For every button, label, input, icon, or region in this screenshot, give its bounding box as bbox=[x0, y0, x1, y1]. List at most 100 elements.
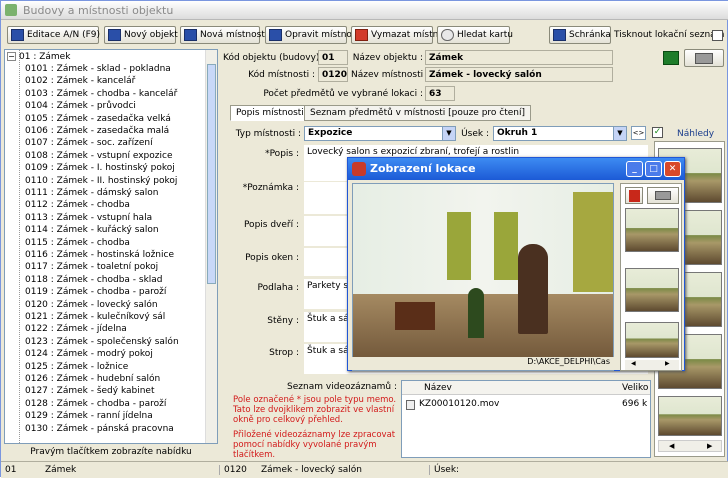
popup-print-button[interactable] bbox=[647, 187, 679, 204]
video-size: 696 k bbox=[622, 399, 648, 409]
room-code-label: Kód místnosti : bbox=[248, 70, 315, 80]
tree-item[interactable]: 0108 : Zámek - vstupní expozice bbox=[25, 151, 173, 163]
tree-item[interactable]: 0101 : Zámek - sklad - pokladna bbox=[25, 64, 171, 76]
chevron-down-icon: ▼ bbox=[613, 127, 626, 140]
delete-room-button[interactable]: Vymazat místnost bbox=[351, 26, 452, 44]
tab-room-description[interactable]: Popis místnosti bbox=[230, 105, 310, 121]
tree-item[interactable]: 0117 : Zámek - toaletní pokoj bbox=[25, 262, 158, 274]
pdf-button[interactable] bbox=[625, 187, 643, 204]
status-bar: 01 Zámek 0120 Zámek - lovecký salón Úsek… bbox=[1, 461, 728, 478]
video-col-size[interactable]: Veliko bbox=[622, 383, 648, 393]
preview-thumbnail[interactable] bbox=[658, 396, 722, 436]
photo-plant bbox=[468, 288, 484, 338]
maximize-button[interactable]: □ bbox=[645, 161, 662, 177]
popup-thumbnail[interactable] bbox=[625, 208, 679, 252]
status-room: Zámek - lovecký salón bbox=[261, 465, 362, 475]
tree-item[interactable]: 0130 : Zámek - pánská pracovna bbox=[25, 424, 174, 436]
print-button[interactable] bbox=[684, 49, 724, 67]
scroll-right-icon[interactable]: ▶ bbox=[665, 360, 670, 367]
tree-item[interactable]: 0126 : Zámek - hudební salón bbox=[25, 374, 160, 386]
tree-item[interactable]: 0113 : Zámek - vstupní hala bbox=[25, 213, 152, 225]
tree-item[interactable]: 0116 : Zámek - hostinská ložnice bbox=[25, 250, 174, 262]
popup-path: D:\AKCE_DELPHI\Cas bbox=[352, 357, 614, 370]
pdf-icon bbox=[629, 190, 640, 202]
popup-title: Zobrazení lokace bbox=[370, 162, 476, 175]
tree-item[interactable]: 0110 : Zámek - II. hostinský pokoj bbox=[25, 176, 177, 188]
edit-room-button[interactable]: Opravit místnost bbox=[265, 26, 360, 44]
tree-scrollbar[interactable] bbox=[205, 50, 217, 443]
scroll-right-icon[interactable]: ▶ bbox=[707, 442, 712, 450]
object-name-label: Název objektu : bbox=[352, 53, 423, 63]
popup-thumbnail[interactable] bbox=[625, 268, 679, 312]
tree-item[interactable]: 0112 : Zámek - chodba bbox=[25, 200, 130, 212]
print-list-checkbox[interactable] bbox=[712, 30, 723, 41]
popup-side-panel: ◀ ▶ bbox=[620, 183, 682, 371]
new-object-icon bbox=[108, 29, 121, 41]
video-list[interactable]: Název Veliko KZ00010120.mov 696 k bbox=[401, 380, 651, 458]
room-type-label: Typ místnosti : bbox=[235, 129, 301, 139]
tree-item[interactable]: 0114 : Zámek - kuřácký salon bbox=[25, 225, 159, 237]
tree-item[interactable]: 0128 : Zámek - chodba - paroží bbox=[25, 399, 166, 411]
tree-item[interactable]: 0106 : Zámek - zasedačka malá bbox=[25, 126, 169, 138]
window-title: Budovy a místnosti objektu bbox=[23, 4, 174, 17]
video-row[interactable]: KZ00010120.mov 696 k bbox=[406, 399, 650, 411]
tree-item[interactable]: 0129 : Zámek - ranní jídelna bbox=[25, 411, 153, 423]
previews-checkbox[interactable]: ✓ bbox=[652, 127, 663, 138]
tree-item[interactable]: 0120 : Zámek - lovecký salón bbox=[25, 300, 158, 312]
new-room-icon bbox=[184, 29, 197, 41]
tree-item[interactable]: 0115 : Zámek - chodba bbox=[25, 238, 130, 250]
tree-item[interactable]: 0121 : Zámek - kulečníkový sál bbox=[25, 312, 165, 324]
room-type-select[interactable]: Expozice ▼ bbox=[304, 126, 456, 141]
tree-item[interactable]: 0127 : Zámek - šedý kabinet bbox=[25, 386, 155, 398]
tree-item[interactable]: 0125 : Zámek - ložnice bbox=[25, 362, 128, 374]
video-col-name[interactable]: Název bbox=[424, 383, 452, 393]
printer-icon bbox=[695, 53, 713, 64]
tree-item[interactable]: 0119 : Zámek - chodba - paroží bbox=[25, 287, 166, 299]
location-photo bbox=[352, 183, 614, 371]
section-select[interactable]: Okruh 1 ▼ bbox=[493, 126, 627, 141]
edit-toggle-button[interactable]: Editace A/N (F9) bbox=[7, 26, 100, 44]
tree-item[interactable]: 0109 : Zámek - I. hostinský pokoj bbox=[25, 163, 175, 175]
print-list-label: Tisknout lokační seznam bbox=[614, 30, 725, 40]
scroll-left-icon[interactable]: ◀ bbox=[631, 360, 636, 367]
previews-scrollbar[interactable]: ◀ ▶ bbox=[658, 440, 722, 452]
clipboard-icon bbox=[553, 29, 566, 41]
delete-icon bbox=[355, 29, 368, 41]
clipboard-button[interactable]: Schránka bbox=[549, 26, 611, 44]
tree-item[interactable]: 0103 : Zámek - chodba - kancelář bbox=[25, 89, 177, 101]
tree-item[interactable]: 0118 : Zámek - chodba - sklad bbox=[25, 275, 163, 287]
status-code: 01 bbox=[5, 465, 17, 475]
room-name-label: Název místnosti : bbox=[351, 70, 430, 80]
object-name-field: Zámek bbox=[425, 50, 613, 65]
tree-item[interactable]: 0111 : Zámek - dámský salon bbox=[25, 188, 159, 200]
scroll-left-icon[interactable]: ◀ bbox=[669, 442, 674, 450]
tree-scrollbar-thumb[interactable] bbox=[207, 64, 216, 284]
photo-curtain bbox=[573, 192, 613, 292]
close-button[interactable]: ✕ bbox=[664, 161, 681, 177]
tab-room-items[interactable]: Seznam předmětů v místnosti [pouze pro č… bbox=[304, 105, 532, 121]
tree-item[interactable]: 0105 : Zámek - zasedačka velká bbox=[25, 114, 171, 126]
edit-toggle-label: Editace A/N (F9) bbox=[27, 30, 100, 40]
new-object-button[interactable]: Nový objekt bbox=[104, 26, 178, 44]
photo-curtain bbox=[494, 212, 518, 280]
tree-item[interactable]: 0124 : Zámek - modrý pokoj bbox=[25, 349, 153, 361]
popup-thumbnail[interactable] bbox=[625, 322, 679, 358]
minimize-button[interactable]: _ bbox=[626, 161, 643, 177]
tree-item[interactable]: 0102 : Zámek - kancelář bbox=[25, 76, 135, 88]
video-hint-text: Přiložené videozáznamy lze zpracovat pom… bbox=[233, 430, 396, 460]
popup-thumb-scrollbar[interactable]: ◀ ▶ bbox=[625, 360, 679, 370]
tree-item[interactable]: 0122 : Zámek - jídelna bbox=[25, 324, 127, 336]
room-tree[interactable]: −01 : Zámek 0101 : Zámek - sklad - pokla… bbox=[4, 49, 218, 444]
status-object: Zámek bbox=[45, 465, 77, 475]
tree-item[interactable]: 0123 : Zámek - společenský salón bbox=[25, 337, 179, 349]
excel-export-icon[interactable] bbox=[663, 51, 679, 65]
tree-root[interactable]: −01 : Zámek bbox=[7, 52, 70, 64]
new-room-button[interactable]: Nová místnost bbox=[180, 26, 265, 44]
printer-icon bbox=[655, 191, 671, 200]
tree-item[interactable]: 0104 : Zámek - průvodci bbox=[25, 101, 136, 113]
photo-trophy-stand bbox=[518, 244, 548, 334]
find-card-label: Hledat kartu bbox=[457, 30, 513, 40]
swap-icon[interactable]: <> bbox=[631, 126, 646, 140]
find-card-button[interactable]: Hledat kartu bbox=[437, 26, 513, 44]
tree-item[interactable]: 0107 : Zámek - soc. zařízení bbox=[25, 138, 153, 150]
